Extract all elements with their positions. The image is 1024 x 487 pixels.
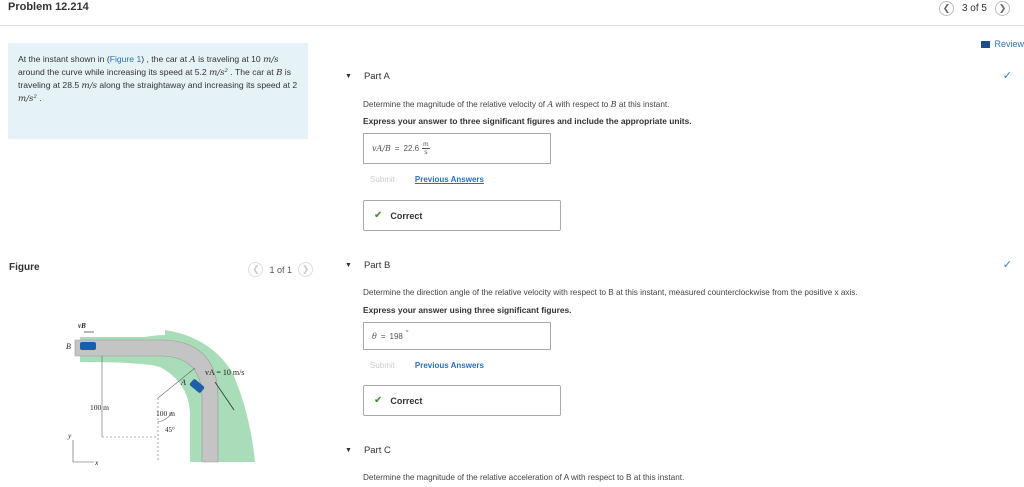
part-c-label: Part C xyxy=(363,444,391,456)
left-panel: At the instant shown in (Figure 1) , the… xyxy=(0,27,325,487)
figure-prev-button[interactable]: ❮ xyxy=(248,262,264,277)
part-b-header[interactable]: ▼ Part B xyxy=(345,258,390,272)
figure-pager: ❮ 1 of 1 ❯ xyxy=(248,262,313,277)
part-a-question: Determine the magnitude of the relative … xyxy=(363,99,669,109)
prompt-text: ) , the car at xyxy=(141,54,190,64)
part-a-answer-field[interactable]: vA/B = 22.6 m s xyxy=(363,133,551,164)
part-b-buttons: Submit Previous Answers xyxy=(370,361,484,370)
submit-button[interactable]: Submit xyxy=(370,175,395,184)
answer-value: 22.6 xyxy=(403,144,420,153)
previous-answers-link[interactable]: Previous Answers xyxy=(415,361,484,370)
problem-statement: At the instant shown in (Figure 1) , the… xyxy=(8,43,308,139)
part-a-buttons: Submit Previous Answers xyxy=(370,175,484,184)
answer-value: 198 xyxy=(389,331,403,341)
checkmark-icon: ✔ xyxy=(374,395,383,406)
label-a: A xyxy=(180,378,186,387)
prompt-unit: m/s xyxy=(81,81,98,91)
prompt-text: At the instant shown in ( xyxy=(18,54,110,64)
review-icon xyxy=(981,40,991,48)
previous-problem-button[interactable]: ❮ xyxy=(938,1,954,16)
caret-down-icon: ▼ xyxy=(345,446,352,454)
label-b: B xyxy=(66,342,71,351)
figure-next-button[interactable]: ❯ xyxy=(298,262,313,277)
right-panel: Review ▼ Part A ✓ Determine the magnitud… xyxy=(325,27,1024,487)
question-text: Determine the magnitude of the relative … xyxy=(363,100,548,109)
check-icon: ✓ xyxy=(1002,70,1012,82)
car-b xyxy=(80,342,96,350)
part-b-feedback: ✔ Correct xyxy=(363,385,561,416)
answer-var: θ xyxy=(372,331,377,341)
checkmark-icon: ✔ xyxy=(374,210,383,221)
figure-link[interactable]: Figure 1 xyxy=(110,54,142,64)
part-c-header[interactable]: ▼ Part C xyxy=(345,443,391,457)
equals-sign: = xyxy=(394,144,400,153)
check-icon: ✓ xyxy=(1002,259,1012,271)
prompt-text: around the curve while increasing its sp… xyxy=(18,67,210,77)
prompt-unit: m/s² xyxy=(18,94,37,104)
answer-var: vA/B xyxy=(372,144,391,153)
previous-answers-link[interactable]: Previous Answers xyxy=(415,175,484,184)
pager-text: 3 of 5 xyxy=(961,3,987,14)
part-b-answer-field[interactable]: θ = 198 ° xyxy=(363,322,551,350)
problem-pager: ❮ 3 of 5 ❯ xyxy=(938,1,1010,16)
figure-pager-text: 1 of 1 xyxy=(269,264,292,275)
part-b-label: Part B xyxy=(363,259,391,271)
label-y: y xyxy=(67,431,72,440)
question-text: with respect to xyxy=(553,100,611,109)
label-radius-1: 100 m xyxy=(90,403,109,412)
chevron-left-icon: ❮ xyxy=(252,264,260,274)
feedback-label: Correct xyxy=(390,395,423,406)
review-label: Review xyxy=(994,39,1024,49)
part-a-header[interactable]: ▼ Part A xyxy=(345,69,390,83)
part-a-instruction: Express your answer to three significant… xyxy=(363,116,692,126)
label-va: vA = 10 m/s xyxy=(205,368,244,377)
part-b-question: Determine the direction angle of the rel… xyxy=(363,288,858,297)
chevron-right-icon: ❯ xyxy=(301,264,310,274)
next-problem-button[interactable]: ❯ xyxy=(995,1,1010,16)
review-link[interactable]: Review xyxy=(981,39,1024,49)
figure-title: Figure xyxy=(9,262,40,273)
prompt-text: along the straightaway and increasing it… xyxy=(97,80,298,90)
prompt-unit: m/s xyxy=(263,55,279,65)
caret-down-icon: ▼ xyxy=(345,72,352,80)
label-angle: 45° xyxy=(165,426,175,434)
answer-unit: ° xyxy=(405,329,409,337)
chevron-left-icon: ❮ xyxy=(942,3,951,13)
feedback-label: Correct xyxy=(390,210,423,221)
prompt-text: is traveling at 10 xyxy=(195,54,264,64)
chevron-right-icon: ❯ xyxy=(998,3,1007,13)
prompt-text: . The car at xyxy=(228,67,277,77)
problem-title: Problem 12.214 xyxy=(8,1,89,13)
unit-numerator: m xyxy=(422,141,430,149)
part-c-question: Determine the magnitude of the relative … xyxy=(363,473,685,482)
caret-down-icon: ▼ xyxy=(345,261,352,269)
part-a-feedback: ✔ Correct xyxy=(363,200,561,231)
unit-denominator: s xyxy=(424,149,428,156)
answer-unit: m s xyxy=(422,141,430,156)
top-bar: Problem 12.214 ❮ 3 of 5 ❯ xyxy=(0,0,1024,26)
label-radius-2: 100 m xyxy=(156,409,175,418)
equals-sign: = xyxy=(380,331,386,341)
problem-figure: vB B A vA = 10 m/s 100 m 100 m 45° y x xyxy=(66,322,255,467)
part-a-label: Part A xyxy=(363,70,390,82)
figure-header: Figure ❮ 1 of 1 ❯ xyxy=(8,262,313,282)
label-x: x xyxy=(94,458,99,467)
part-b-instruction: Express your answer using three signific… xyxy=(363,305,572,315)
question-text: at this instant. xyxy=(616,100,670,109)
label-vb: vB xyxy=(78,322,86,330)
prompt-unit: m/s² xyxy=(209,68,228,78)
prompt-text: . xyxy=(36,93,42,103)
submit-button[interactable]: Submit xyxy=(370,361,395,370)
